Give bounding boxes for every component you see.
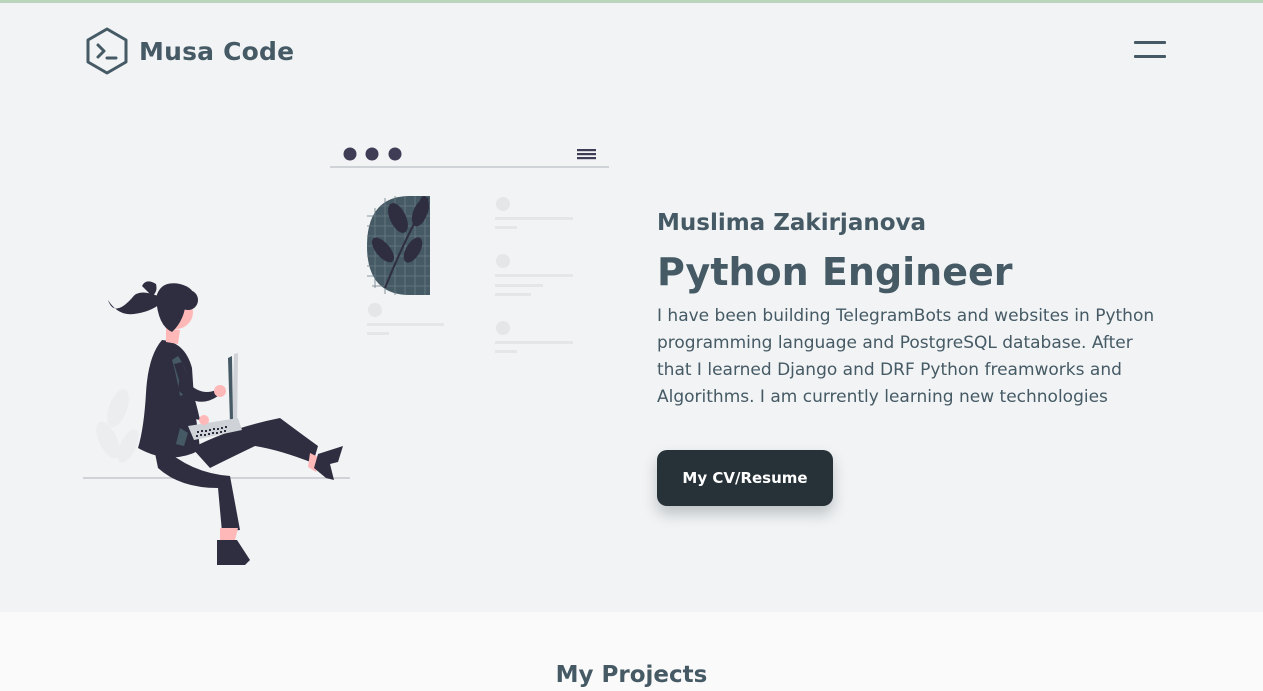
hero-text: Muslima Zakirjanova Python Engineer I ha… xyxy=(657,207,1177,411)
projects-section: My Projects xyxy=(0,612,1263,691)
cv-resume-button[interactable]: My CV/Resume xyxy=(657,450,833,506)
brand-name: Musa Code xyxy=(139,36,295,66)
terminal-hexagon-icon xyxy=(86,27,128,75)
hero-name: Muslima Zakirjanova xyxy=(657,210,927,236)
woman-with-laptop-illustration xyxy=(83,147,609,565)
brand-link[interactable]: Musa Code xyxy=(83,27,294,75)
navbar: Musa Code xyxy=(0,3,1263,98)
hero-title: Python Engineer xyxy=(657,250,1013,294)
hero-description: I have been building TelegramBots and we… xyxy=(657,306,1155,407)
woman-figure xyxy=(108,281,343,565)
projects-heading: My Projects xyxy=(555,662,708,688)
browser-mockup xyxy=(330,147,609,353)
hamburger-menu-icon[interactable] xyxy=(1134,40,1168,64)
background-plant xyxy=(96,388,139,463)
